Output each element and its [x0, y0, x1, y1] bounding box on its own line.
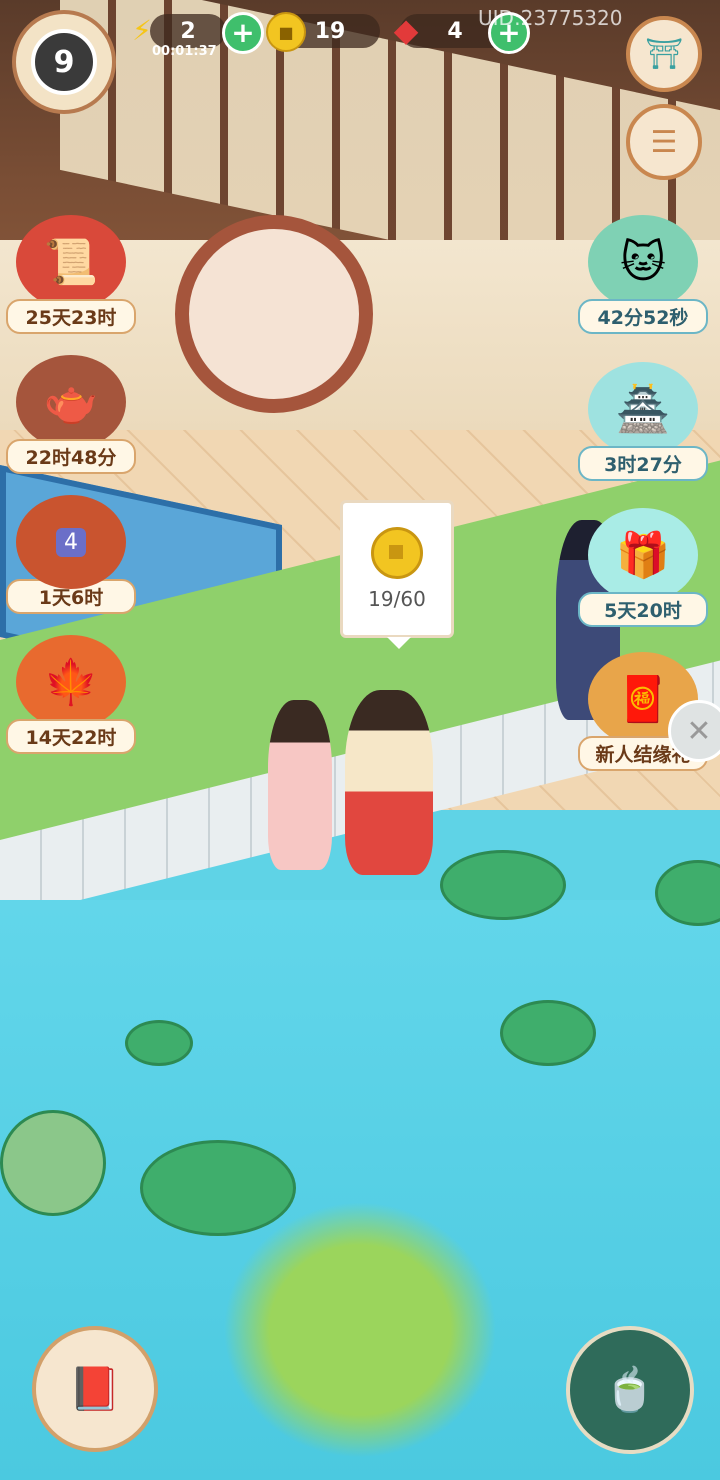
- event-timer: 22时48分: [6, 439, 136, 474]
- gem-icon: ◆: [393, 11, 419, 49]
- character-girl-pink[interactable]: [268, 700, 332, 870]
- character-lady-red[interactable]: [345, 690, 433, 875]
- lily-pad: [500, 1000, 596, 1066]
- coin-value: 19: [314, 18, 346, 44]
- coin-icon: ■: [266, 12, 306, 52]
- energy-timer: 00:01:37: [152, 44, 217, 59]
- coin-collect-tooltip[interactable]: 19/60: [340, 500, 454, 649]
- gem-value: 4: [447, 18, 463, 44]
- event-timer: 5天20时: [578, 592, 708, 627]
- energy-value: 2: [180, 18, 196, 44]
- jade-cat-box-icon: 🎁: [588, 508, 698, 602]
- user-id: UID:23775320: [478, 6, 623, 30]
- event-left-1[interactable]: 📜 25天23时: [6, 215, 136, 334]
- event-right-2[interactable]: 🏯 3时27分: [578, 362, 708, 481]
- teapot-icon: 🫖: [16, 355, 126, 449]
- event-left-2[interactable]: 🫖 22时48分: [6, 355, 136, 474]
- red-book-icon: 📕: [68, 1364, 122, 1413]
- coin-icon: [371, 527, 423, 579]
- event-timer: 42分52秒: [578, 299, 708, 334]
- event-timer: 3时27分: [578, 446, 708, 481]
- lily-pad: [125, 1020, 193, 1066]
- turtle-island: [0, 1110, 106, 1216]
- jade-pavilion-icon: 🏯: [588, 362, 698, 456]
- autumn-goblet-icon: 🍁: [16, 635, 126, 729]
- event-timer: 14天22时: [6, 719, 136, 754]
- coin-progress: 19/60: [368, 587, 426, 611]
- event-timer: 25天23时: [6, 299, 136, 334]
- lily-pad: [440, 850, 566, 920]
- energy-counter: 2: [150, 14, 226, 48]
- event-right-1[interactable]: 🐱 42分52秒: [578, 215, 708, 334]
- teapot-rabbit-icon: 🍵: [603, 1365, 657, 1414]
- player-level-badge[interactable]: 9: [12, 10, 116, 114]
- add-energy-button[interactable]: +: [222, 12, 264, 54]
- willow-tree: [200, 1180, 520, 1480]
- shop-button[interactable]: ⛩: [626, 16, 702, 92]
- lantern-icon: ⛩: [644, 36, 684, 72]
- scroll-books-icon: 📜: [16, 215, 126, 309]
- event-left-4[interactable]: 🍁 14天22时: [6, 635, 136, 754]
- moon-gate-decoration: [175, 215, 373, 413]
- menu-button[interactable]: ☰: [626, 104, 702, 180]
- event-left-3[interactable]: 4 1天6时: [6, 495, 136, 614]
- event-badge: 4: [56, 527, 86, 557]
- event-right-3[interactable]: 🎁 5天20时: [578, 508, 708, 627]
- chest-icon: 4: [16, 495, 126, 589]
- list-icon: ☰: [650, 124, 678, 160]
- cat-treasure-cart-icon: 🐱: [588, 215, 698, 309]
- tea-button[interactable]: 🍵: [566, 1326, 694, 1454]
- book-button[interactable]: 📕: [32, 1326, 158, 1452]
- level-number: 9: [31, 29, 97, 95]
